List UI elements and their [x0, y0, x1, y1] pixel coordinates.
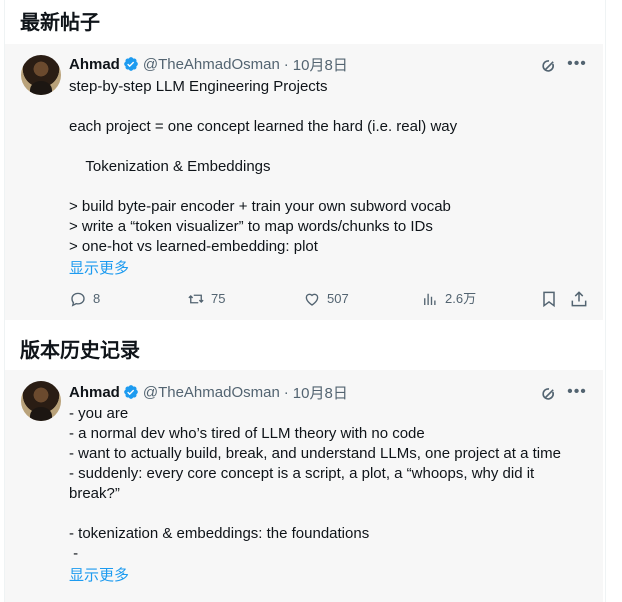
post-text-line: [69, 504, 589, 524]
reply-count: 8: [93, 291, 101, 306]
views-button[interactable]: 2.6万: [421, 289, 476, 309]
separator: ·: [283, 383, 289, 401]
grok-icon[interactable]: [539, 56, 559, 76]
post-text-line: > build byte-pair encoder + train your o…: [69, 198, 451, 215]
avatar[interactable]: [21, 381, 61, 421]
post-text-line: - you are: [69, 405, 129, 422]
avatar[interactable]: [21, 55, 61, 95]
post-text-line: step-by-step LLM Engineering Projects: [69, 78, 328, 95]
like-button[interactable]: 507: [303, 289, 349, 309]
verified-badge-icon: [124, 385, 138, 399]
post-text-line: [69, 137, 589, 157]
post-date[interactable]: 10月8日: [293, 382, 348, 403]
post-text-line: -: [69, 545, 79, 562]
show-more-link[interactable]: 显示更多: [69, 564, 129, 585]
share-icon[interactable]: [569, 289, 589, 309]
show-more-link[interactable]: 显示更多: [69, 257, 129, 278]
more-icon[interactable]: •••: [567, 382, 587, 402]
latest-posts-heading: 最新帖子: [20, 12, 100, 34]
repost-button[interactable]: 75: [187, 289, 225, 309]
author-name[interactable]: Ahmad: [69, 384, 120, 401]
author-handle[interactable]: @TheAhmadOsman: [143, 56, 280, 73]
views-icon: [424, 293, 436, 305]
post-text-line: - a normal dev who’s tired of LLM theory…: [69, 425, 425, 442]
like-icon: [305, 293, 319, 306]
post-text: - you are - a normal dev who’s tired of …: [69, 404, 589, 564]
more-icon[interactable]: •••: [567, 54, 587, 74]
reply-icon: [71, 292, 85, 307]
post-text-line: [69, 97, 589, 117]
post-text-line: - want to actually build, break, and und…: [69, 445, 561, 462]
post-header: Ahmad @TheAhmadOsman · 10月8日: [69, 54, 348, 74]
post-text-line: Tokenization & Embeddings: [69, 158, 271, 175]
version-history-heading: 版本历史记录: [20, 340, 140, 362]
post-text-line: > write a “token visualizer” to map word…: [69, 218, 433, 235]
grok-icon[interactable]: [539, 384, 559, 404]
post-card[interactable]: Ahmad @TheAhmadOsman · 10月8日 ••• - you a…: [5, 370, 603, 602]
repost-icon: [188, 294, 204, 304]
post-text-line: > one-hot vs learned-embedding: plot: [69, 238, 318, 255]
bookmark-icon[interactable]: [539, 289, 559, 309]
repost-count: 75: [211, 291, 226, 306]
post-text-line: each project = one concept learned the h…: [69, 118, 458, 135]
like-count: 507: [327, 291, 349, 306]
verified-badge-icon: [124, 57, 138, 71]
reply-button[interactable]: 8: [69, 289, 100, 309]
post-card[interactable]: Ahmad @TheAhmadOsman · 10月8日 ••• step-by…: [5, 44, 603, 320]
author-name[interactable]: Ahmad: [69, 56, 120, 73]
separator: ·: [283, 55, 289, 73]
view-count: 2.6万: [445, 291, 477, 306]
post-text-line: - suddenly: every core concept is a scri…: [69, 465, 535, 502]
post-header: Ahmad @TheAhmadOsman · 10月8日: [69, 382, 348, 402]
post-text: step-by-step LLM Engineering Projects ea…: [69, 77, 589, 257]
post-date[interactable]: 10月8日: [293, 54, 348, 75]
post-text-line: - tokenization & embeddings: the foundat…: [69, 525, 370, 542]
action-bar: 8 75 507 2.6万: [69, 289, 589, 309]
post-text-line: [69, 177, 589, 197]
author-handle[interactable]: @TheAhmadOsman: [143, 384, 280, 401]
